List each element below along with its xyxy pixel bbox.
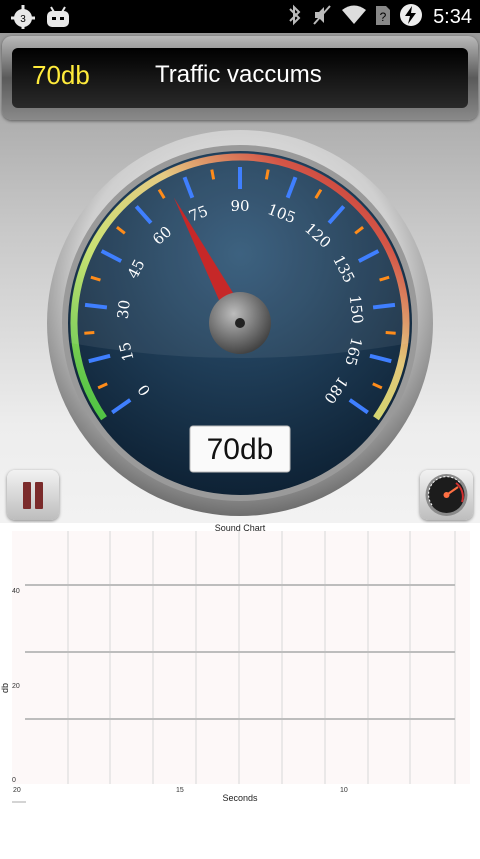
header-panel: 70db Traffic vaccums xyxy=(2,36,478,120)
chart-x-tick-labels: 20 15 10 xyxy=(13,787,348,794)
chart-y-tick-label: 40 xyxy=(12,588,20,595)
gauge-minor-tick xyxy=(385,331,396,335)
chart-x-axis-label: Seconds xyxy=(222,793,258,803)
gauge-tick-label: 150 xyxy=(346,294,367,325)
gauge-tick-label: 30 xyxy=(114,299,134,320)
header-db-value: 70db xyxy=(32,60,90,90)
no-sim-icon: ? xyxy=(375,4,391,31)
gauge-minor-tick xyxy=(264,169,270,180)
chart-x-tick-label: 20 xyxy=(13,787,21,794)
mute-icon xyxy=(311,3,333,32)
chart-y-axis-label: db xyxy=(0,683,10,693)
gauge-view-button[interactable] xyxy=(420,470,473,520)
sound-chart: Sound Chart 40 20 0 20 15 10 db Seconds xyxy=(0,523,480,854)
chart-plot-background xyxy=(12,531,470,784)
gauge-minor-tick xyxy=(84,331,95,335)
mini-speedometer-icon xyxy=(425,474,468,516)
gauge-readout: 70db xyxy=(207,433,274,466)
header-title: Traffic vaccums xyxy=(155,61,322,88)
chart-y-tick-label: 20 xyxy=(12,683,20,690)
sound-chart-svg: Sound Chart 40200 20 15 10 db Seconds xyxy=(0,523,470,803)
android-robot-icon xyxy=(44,5,72,34)
chart-y-tick-label: 0 xyxy=(12,777,16,784)
wifi-icon xyxy=(341,4,367,31)
bluetooth-icon xyxy=(287,3,303,32)
svg-text:3: 3 xyxy=(20,14,26,25)
gauge-tick-label: 90 xyxy=(230,197,249,215)
chart-x-tick-label: 15 xyxy=(176,787,184,794)
gauge-major-tick xyxy=(372,302,396,310)
status-bar: 3 ? 5:34 xyxy=(0,0,480,33)
battery-charging-icon xyxy=(399,3,423,32)
svg-text:?: ? xyxy=(380,10,387,24)
clock: 5:34 xyxy=(433,6,472,28)
header-display: 70db Traffic vaccums xyxy=(12,48,468,108)
sound-gauge: 01530456075 90 105120135150165180 70db xyxy=(47,130,433,516)
gauge-minor-tick xyxy=(210,169,216,180)
gauge-major-tick xyxy=(84,302,108,310)
chart-x-tick-label: 10 xyxy=(340,787,348,794)
meter-panel: 70db Traffic vaccums 0 15 30 45 60 75 90… xyxy=(0,33,480,523)
cyanogen-notification-icon: 3 xyxy=(10,4,36,35)
pause-button[interactable] xyxy=(7,470,59,520)
